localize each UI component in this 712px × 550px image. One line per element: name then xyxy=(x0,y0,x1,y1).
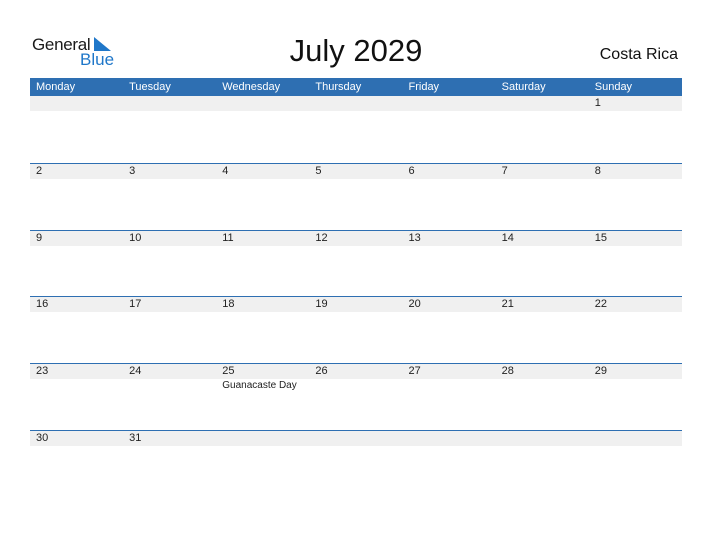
day-number: 11 xyxy=(222,231,234,244)
day-cell xyxy=(216,431,309,497)
day-cell: 30 xyxy=(30,431,123,497)
weekday-sunday: Sunday xyxy=(594,81,633,93)
day-cell: 4 xyxy=(216,164,309,230)
day-number: 16 xyxy=(36,298,49,311)
day-cell: 31 xyxy=(123,431,216,497)
day-number: 27 xyxy=(408,365,421,378)
weekday-friday: Friday xyxy=(408,81,440,93)
day-cell: 19 xyxy=(309,297,402,363)
day-cell xyxy=(216,96,309,163)
day-cell: 15 xyxy=(589,231,682,297)
day-cell: 17 xyxy=(123,297,216,363)
day-cell: 5 xyxy=(309,164,402,230)
day-number: 23 xyxy=(36,365,49,378)
day-cell xyxy=(309,96,402,163)
weekday-wednesday: Wednesday xyxy=(222,81,281,93)
day-number: 30 xyxy=(36,431,49,444)
day-cell: 18 xyxy=(216,297,309,363)
weekday-monday: Monday xyxy=(36,81,76,93)
day-cell: 20 xyxy=(403,297,496,363)
day-cell: 10 xyxy=(123,231,216,297)
day-cell xyxy=(123,96,216,163)
weekday-header: Monday Tuesday Wednesday Thursday Friday Satu… xyxy=(30,78,682,96)
weekday-tuesday: Tuesday xyxy=(129,81,171,93)
week-row: 30 31 xyxy=(30,429,682,497)
day-cell: 21 xyxy=(496,297,589,363)
day-number: 8 xyxy=(594,164,601,177)
holiday-label: Guanacaste Day xyxy=(222,380,297,392)
day-cell xyxy=(496,431,589,497)
day-cell: 6 xyxy=(403,164,496,230)
day-number: 4 xyxy=(222,164,229,177)
day-cell: 23 xyxy=(30,364,123,430)
day-number: 10 xyxy=(129,231,142,244)
week-row: 23 24 25 Guanacaste Day 26 27 28 29 xyxy=(30,363,682,430)
day-cell xyxy=(403,96,496,163)
day-number: 21 xyxy=(501,298,514,311)
day-cell: 26 xyxy=(309,364,402,430)
week-row: 9 10 11 12 13 14 15 xyxy=(30,229,682,297)
day-cell: 12 xyxy=(309,231,402,297)
day-cell: 1 xyxy=(589,96,682,163)
day-number: 31 xyxy=(129,431,142,444)
day-cell: 3 xyxy=(123,164,216,230)
day-cell xyxy=(30,96,123,163)
day-cell xyxy=(589,431,682,497)
day-number: 3 xyxy=(129,164,136,177)
day-cell: 24 xyxy=(123,364,216,430)
week-row: 1 xyxy=(30,96,682,163)
day-number: 7 xyxy=(501,164,508,177)
day-cell: 29 xyxy=(589,364,682,430)
day-cell xyxy=(309,431,402,497)
weekday-thursday: Thursday xyxy=(315,81,362,93)
day-cell: 22 xyxy=(589,297,682,363)
day-cell: 11 xyxy=(216,231,309,297)
day-number: 26 xyxy=(315,365,328,378)
day-cell: 16 xyxy=(30,297,123,363)
day-number: 9 xyxy=(36,231,43,244)
day-cell: 2 xyxy=(30,164,123,230)
day-number: 15 xyxy=(594,231,607,244)
day-number: 6 xyxy=(408,164,415,177)
day-number: 29 xyxy=(594,365,607,378)
day-number: 1 xyxy=(594,97,601,109)
day-number: 14 xyxy=(501,231,514,244)
week-row: 16 17 18 19 20 21 22 xyxy=(30,296,682,363)
calendar-grid: Monday Tuesday Wednesday Thursday Friday Satu… xyxy=(30,78,682,497)
day-number: 18 xyxy=(222,298,235,311)
day-cell: 9 xyxy=(30,231,123,297)
day-cell xyxy=(496,96,589,163)
day-cell: 13 xyxy=(403,231,496,297)
day-number: 2 xyxy=(36,164,43,177)
weekday-saturday: Saturday xyxy=(501,81,546,93)
day-number: 24 xyxy=(129,365,142,378)
day-cell: 25 Guanacaste Day xyxy=(216,364,309,430)
day-cell: 8 xyxy=(589,164,682,230)
day-cell: 14 xyxy=(496,231,589,297)
day-number: 22 xyxy=(594,298,607,311)
day-cell: 27 xyxy=(403,364,496,430)
day-number: 5 xyxy=(315,164,322,177)
day-number: 19 xyxy=(315,298,328,311)
day-cell: 28 xyxy=(496,364,589,430)
day-number: 17 xyxy=(129,298,142,311)
day-number: 13 xyxy=(408,231,421,244)
week-row: 2 3 4 5 6 7 8 xyxy=(30,162,682,230)
day-number: 28 xyxy=(501,365,514,378)
day-cell: 7 xyxy=(496,164,589,230)
day-number: 12 xyxy=(315,231,328,244)
country-label: Costa Rica xyxy=(599,46,678,63)
day-cell xyxy=(403,431,496,497)
day-number: 25 xyxy=(222,365,235,378)
day-number: 20 xyxy=(408,298,421,311)
weeks-container: 1 2 3 4 5 6 7 8 9 10 11 12 13 14 15 16 17 18 19 20 21 22 23 24 2… xyxy=(30,96,682,497)
